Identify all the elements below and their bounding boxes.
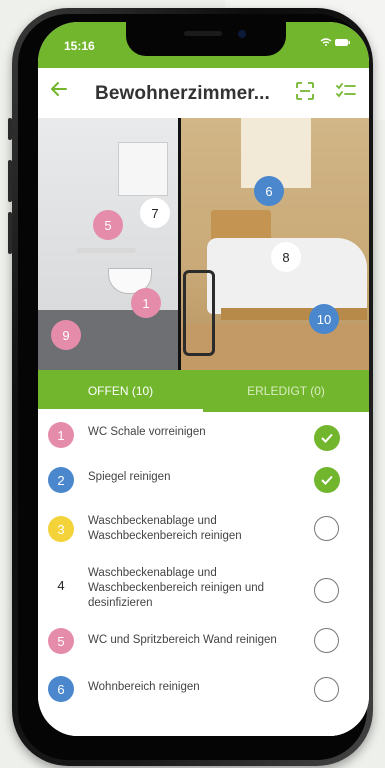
marker-9[interactable]: 9 bbox=[51, 320, 81, 350]
app-bar: Bewohnerzimmer... bbox=[38, 68, 369, 118]
front-camera bbox=[238, 30, 246, 38]
task-checkbox[interactable] bbox=[314, 516, 339, 541]
task-checkbox[interactable] bbox=[314, 677, 339, 702]
task-label: Waschbeckenablage und Waschbeckenbereich… bbox=[88, 515, 242, 542]
checklist-icon[interactable] bbox=[336, 82, 356, 100]
room-photos: 5 7 1 9 6 8 10 bbox=[38, 118, 369, 370]
task-number-badge: 5 bbox=[48, 628, 74, 654]
wifi-battery-icon bbox=[319, 37, 351, 50]
marker-label: 1 bbox=[142, 295, 150, 311]
task-number-badge: 6 bbox=[48, 676, 74, 702]
marker-10[interactable]: 10 bbox=[309, 304, 339, 334]
task-label: Wohnbereich reinigen bbox=[88, 681, 200, 693]
task-tabs: OFFEN (10) ERLEDIGT (0) bbox=[38, 370, 369, 412]
marker-label: 5 bbox=[104, 217, 112, 233]
wheelchair-image bbox=[183, 270, 215, 356]
marker-1[interactable]: 1 bbox=[131, 288, 161, 318]
tab-offen[interactable]: OFFEN (10) bbox=[38, 370, 203, 412]
marker-7[interactable]: 7 bbox=[140, 198, 170, 228]
notch bbox=[126, 22, 286, 56]
task-number-badge: 2 bbox=[48, 467, 74, 493]
marker-label: 7 bbox=[151, 205, 159, 221]
volume-down-button bbox=[8, 212, 12, 254]
task-number-badge: 3 bbox=[48, 516, 74, 542]
task-number-badge: 4 bbox=[48, 572, 74, 598]
bedroom-photo bbox=[181, 118, 369, 370]
marker-6[interactable]: 6 bbox=[254, 176, 284, 206]
task-label: Spiegel reinigen bbox=[88, 471, 171, 483]
marker-label: 6 bbox=[265, 183, 273, 199]
scan-icon[interactable] bbox=[296, 82, 314, 100]
app-screen: 15:16 Bewohnerzimmer... 5 7 1 9 6 8 10 O… bbox=[38, 22, 369, 736]
task-label: WC und Spritzbereich Wand reinigen bbox=[88, 634, 277, 646]
speaker bbox=[184, 31, 222, 36]
checkmark-icon bbox=[321, 475, 333, 485]
status-time: 15:16 bbox=[64, 39, 95, 53]
task-number-badge: 1 bbox=[48, 422, 74, 448]
marker-5[interactable]: 5 bbox=[93, 210, 123, 240]
task-label: Waschbeckenablage und Waschbeckenbereich… bbox=[88, 567, 265, 609]
mute-switch bbox=[8, 118, 12, 140]
task-checkbox[interactable] bbox=[314, 578, 339, 603]
marker-8[interactable]: 8 bbox=[271, 242, 301, 272]
grab-rail bbox=[76, 248, 136, 253]
arrow-left-icon bbox=[51, 82, 67, 96]
volume-up-button bbox=[8, 160, 12, 202]
checkmark-icon bbox=[321, 433, 333, 443]
task-list: 1 WC Schale vorreinigen 2 Spiegel reinig… bbox=[38, 412, 369, 736]
marker-label: 8 bbox=[282, 249, 290, 265]
tab-erledigt[interactable]: ERLEDIGT (0) bbox=[203, 370, 369, 412]
back-button[interactable] bbox=[50, 78, 68, 104]
task-label: WC Schale vorreinigen bbox=[88, 426, 206, 438]
list-fade bbox=[38, 712, 369, 736]
task-checkbox[interactable] bbox=[314, 425, 340, 451]
radiator bbox=[118, 142, 168, 196]
bed-frame bbox=[221, 308, 367, 320]
marker-label: 10 bbox=[316, 311, 332, 327]
page-title: Bewohnerzimmer... bbox=[95, 83, 270, 104]
status-bar: 15:16 bbox=[38, 22, 369, 68]
marker-label: 9 bbox=[62, 327, 70, 343]
task-checkbox[interactable] bbox=[314, 467, 340, 493]
task-checkbox[interactable] bbox=[314, 628, 339, 653]
